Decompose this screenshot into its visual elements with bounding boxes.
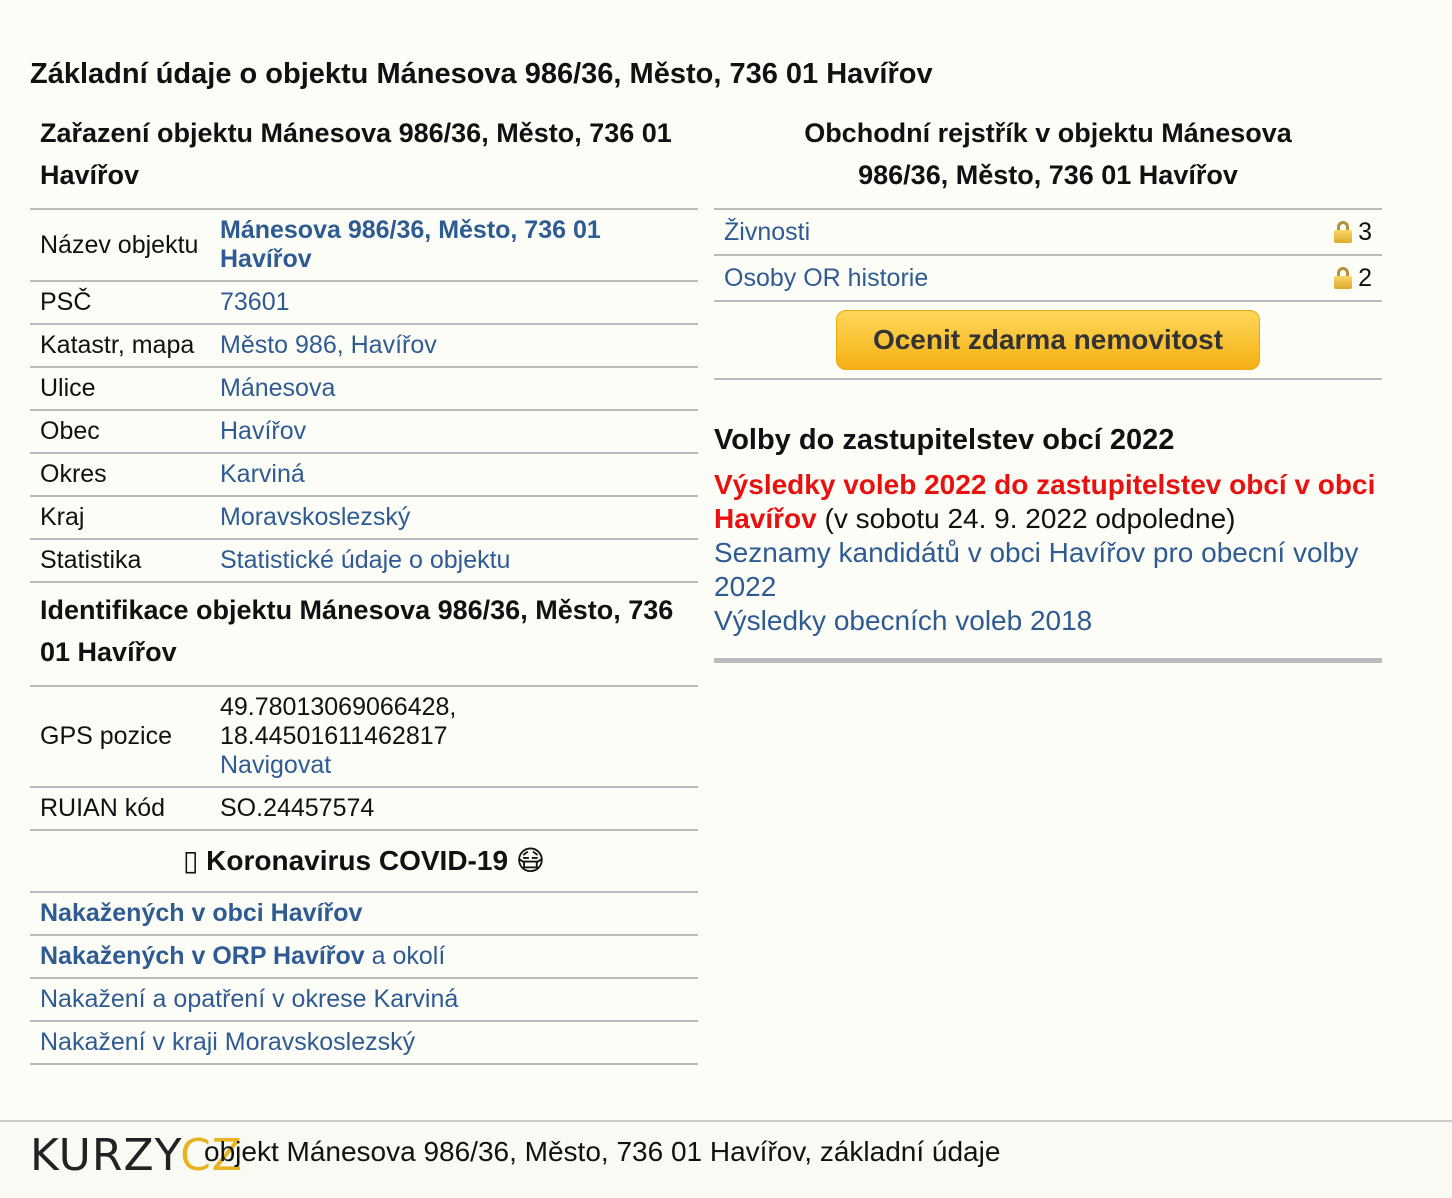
elections-heading: Volby do zastupitelstev obcí 2022 [714, 424, 1175, 456]
table-row: RUIAN kód SO.24457574 [30, 787, 698, 831]
list-item: Nakažení v kraji Moravskoslezský [30, 1022, 698, 1065]
locked-count[interactable]: 2 [1334, 264, 1372, 293]
logo-part: KURZY [30, 1130, 181, 1181]
municipality-link[interactable]: Havířov [220, 417, 306, 445]
covid-heading-text: Koronavirus COVID-19 [206, 845, 509, 876]
lock-icon [1334, 267, 1353, 289]
covid-orp-link[interactable]: Nakažených v ORP Havířov [40, 942, 365, 970]
table-row: Osoby OR historie 2 [714, 256, 1382, 302]
psc-link[interactable]: 73601 [220, 288, 290, 316]
covid-district-link[interactable]: Nakažení a opatření v okrese Karviná [40, 985, 458, 1013]
row-label: Obec [30, 410, 220, 454]
gps-latitude: 49.78013069066428, [220, 693, 457, 721]
locked-count[interactable]: 3 [1334, 218, 1372, 247]
table-row: Statistika Statistické údaje o objektu [30, 539, 698, 583]
table-row: Ulice Mánesova [30, 367, 698, 411]
table-row: Název objektu Mánesova 986/36, Město, 73… [30, 209, 698, 282]
appraise-property-button[interactable]: Ocenit zdarma nemovitost [836, 310, 1260, 370]
covid-region-link[interactable]: Nakažení v kraji Moravskoslezský [40, 1028, 415, 1056]
button-row: Ocenit zdarma nemovitost [714, 302, 1382, 380]
heading-line: 986/36, Město, 736 01 Havířov [858, 160, 1238, 190]
persons-history-link[interactable]: Osoby OR historie [724, 264, 928, 293]
gps-longitude: 18.44501611462817 [220, 722, 448, 750]
table-row: Katastr, mapa Město 986, Havířov [30, 324, 698, 368]
row-label: Název objektu [30, 209, 220, 282]
classification-table: Název objektu Mánesova 986/36, Město, 73… [30, 208, 698, 583]
count-value: 3 [1358, 217, 1372, 246]
ruian-value: SO.24457574 [220, 787, 698, 831]
row-label: Ulice [30, 367, 220, 411]
heading-line: Obchodní rejstřík v objektu Mánesova [804, 118, 1292, 148]
list-item: Nakažení a opatření v okrese Karviná [30, 979, 698, 1022]
left-column: Zařazení objektu Mánesova 986/36, Město,… [30, 112, 698, 1065]
count-value: 2 [1358, 263, 1372, 292]
footer-text: objekt Mánesova 986/36, Město, 736 01 Ha… [204, 1136, 1001, 1167]
row-label: RUIAN kód [30, 787, 220, 831]
elections-section: Volby do zastupitelstev obcí 2022 Výsled… [714, 420, 1382, 663]
table-row: GPS pozice 49.78013069066428, 18.4450161… [30, 686, 698, 788]
row-label: Okres [30, 453, 220, 497]
navigate-link[interactable]: Navigovat [220, 751, 331, 779]
object-name-link[interactable]: Mánesova 986/36, Město, 736 01 Havířov [220, 216, 601, 273]
list-item: Nakažených v ORP Havířov a okolí [30, 936, 698, 979]
face-mask-icon: 😷 [515, 845, 546, 876]
table-row: Kraj Moravskoslezský [30, 496, 698, 540]
covid-heading: ▯ Koronavirus COVID-19 😷 [30, 831, 698, 893]
page: Základní údaje o objektu Mánesova 986/36… [0, 0, 1452, 1198]
candidates-link[interactable]: Seznamy kandidátů v obci Havířov pro obe… [714, 536, 1382, 604]
identification-heading: Identifikace objektu Mánesova 986/36, Mě… [40, 595, 674, 667]
row-label: Statistika [30, 539, 220, 583]
district-link[interactable]: Karviná [220, 460, 305, 488]
list-item: Nakažených v obci Havířov [30, 893, 698, 936]
missing-glyph-icon: ▯ [182, 845, 199, 876]
elections-content: Výsledky voleb 2022 do zastupitelstev ob… [714, 468, 1382, 638]
table-row: Obec Havířov [30, 410, 698, 454]
cadastre-link[interactable]: Město 986, Havířov [220, 331, 437, 359]
row-label: Kraj [30, 496, 220, 540]
elections-results-line: Výsledky voleb 2022 do zastupitelstev ob… [714, 468, 1382, 536]
covid-municipality-link[interactable]: Nakažených v obci Havířov [40, 899, 362, 927]
covid-orp-suffix-link[interactable]: a okolí [365, 942, 446, 970]
covid-links: Nakažených v obci Havířov Nakažených v O… [30, 893, 698, 1065]
statistics-link[interactable]: Statistické údaje o objektu [220, 546, 510, 574]
right-column: Obchodní rejstřík v objektu Mánesova 986… [714, 112, 1382, 663]
row-label: PSČ [30, 281, 220, 325]
results-2018-link[interactable]: Výsledky obecních voleb 2018 [714, 604, 1382, 638]
identification-table: GPS pozice 49.78013069066428, 18.4450161… [30, 685, 698, 831]
trade-licenses-link[interactable]: Živnosti [724, 218, 810, 247]
footer: KURZYCZ objekt Mánesova 986/36, Město, 7… [0, 1120, 1452, 1198]
row-label: GPS pozice [30, 686, 220, 788]
row-label: Katastr, mapa [30, 324, 220, 368]
lock-icon [1334, 221, 1353, 243]
divider [714, 658, 1382, 663]
street-link[interactable]: Mánesova [220, 374, 335, 402]
business-register-table: Živnosti 3 Osoby OR historie 2 Ocenit zd… [714, 208, 1382, 380]
election-date-note: (v sobotu 24. 9. 2022 odpoledne) [816, 503, 1236, 534]
region-link[interactable]: Moravskoslezský [220, 503, 410, 531]
table-row: Okres Karviná [30, 453, 698, 497]
business-register-heading: Obchodní rejstřík v objektu Mánesova 986… [714, 112, 1382, 196]
table-row: Živnosti 3 [714, 210, 1382, 256]
table-row: PSČ 73601 [30, 281, 698, 325]
classification-heading: Zařazení objektu Mánesova 986/36, Město,… [40, 118, 672, 190]
page-title: Základní údaje o objektu Mánesova 986/36… [30, 58, 933, 90]
